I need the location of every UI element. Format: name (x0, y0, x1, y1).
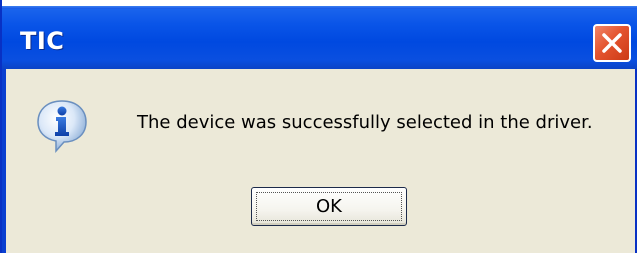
close-button[interactable] (593, 24, 631, 62)
dialog-window: TIC The device was successfully selected… (0, 0, 637, 253)
ok-button[interactable]: OK (251, 187, 407, 226)
ok-button-label: OK (316, 196, 342, 217)
window-title: TIC (20, 27, 65, 55)
close-icon (602, 33, 622, 53)
dialog-message: The device was successfully selected in … (137, 112, 593, 133)
dialog-body: The device was successfully selected in … (6, 69, 635, 253)
title-bar[interactable]: TIC (2, 9, 637, 69)
info-icon (37, 100, 87, 153)
